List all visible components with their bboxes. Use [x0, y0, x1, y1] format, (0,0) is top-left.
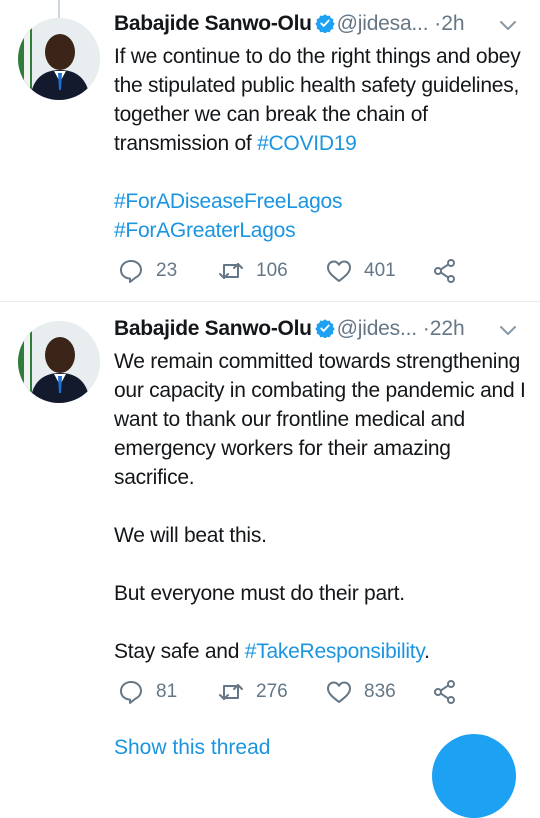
tweet-actions: 23 106 401: [114, 256, 534, 286]
retweet-icon: [219, 263, 243, 279]
like-button[interactable]: 401: [326, 256, 396, 286]
like-count: 836: [364, 681, 396, 702]
chevron-down-icon[interactable]: [498, 18, 518, 32]
reply-icon: [120, 681, 142, 704]
show-thread-link[interactable]: Show this thread: [114, 736, 270, 760]
reply-button[interactable]: 23: [118, 256, 177, 286]
retweet-count: 106: [256, 260, 288, 281]
tweet-paragraph: Stay safe and #TakeResponsibility.: [114, 637, 534, 666]
separator-dot: ·: [422, 317, 430, 340]
hashtag-link[interactable]: #ForADiseaseFreeLagos: [114, 190, 342, 213]
retweet-icon: [219, 684, 243, 700]
compose-tweet-button[interactable]: [432, 734, 516, 818]
tweet-paragraph: We will beat this.: [114, 521, 534, 550]
share-icon: [434, 259, 455, 283]
retweet-button[interactable]: 276: [218, 677, 288, 707]
verified-badge-icon: [314, 14, 335, 33]
tweet-time[interactable]: 22h: [430, 317, 465, 340]
tweet-paragraph: #ForADiseaseFreeLagos: [114, 187, 534, 216]
hashtag-link[interactable]: #COVID19: [257, 132, 357, 155]
reply-count: 81: [156, 681, 178, 702]
tweet-text: We remain committed towards strengthenin…: [114, 347, 534, 666]
tweet-time[interactable]: 2h: [441, 12, 464, 35]
avatar-image: [18, 321, 100, 403]
text-run: We will beat this.: [114, 524, 267, 547]
text-run: Stay safe and: [114, 640, 245, 663]
tweet-paragraph: We remain committed towards strengthenin…: [114, 347, 534, 492]
tweet-actions: 81 276 836: [114, 677, 534, 707]
author-handle[interactable]: @jidesa...: [337, 12, 429, 35]
like-count: 401: [364, 260, 396, 281]
retweet-count: 276: [256, 681, 288, 702]
avatar-image: [18, 18, 100, 100]
tweet-text: If we continue to do the right things an…: [114, 42, 534, 245]
retweet-button[interactable]: 106: [218, 256, 288, 286]
tweet-header: Babajide Sanwo-Olu @jidesa... ·2h: [114, 12, 534, 42]
tweet[interactable]: Babajide Sanwo-Olu @jides... ·22h We rema…: [0, 302, 540, 762]
verified-badge-icon: [314, 319, 335, 338]
share-button[interactable]: [432, 256, 458, 286]
like-icon: [327, 681, 351, 703]
avatar[interactable]: [18, 18, 100, 100]
reply-button[interactable]: 81: [118, 677, 177, 707]
avatar[interactable]: [18, 321, 100, 403]
author-name[interactable]: Babajide Sanwo-Olu: [114, 317, 312, 340]
tweet-paragraph: #ForAGreaterLagos: [114, 216, 534, 245]
author-handle[interactable]: @jides...: [337, 317, 417, 340]
author-name[interactable]: Babajide Sanwo-Olu: [114, 12, 312, 35]
tweet-paragraph: If we continue to do the right things an…: [114, 42, 534, 158]
reply-icon: [120, 260, 142, 283]
reply-count: 23: [156, 260, 178, 281]
hashtag-link[interactable]: #TakeResponsibility: [245, 640, 425, 663]
like-button[interactable]: 836: [326, 677, 396, 707]
text-run: But everyone must do their part.: [114, 582, 405, 605]
tweet-header: Babajide Sanwo-Olu @jides... ·22h: [114, 317, 534, 347]
tweet[interactable]: Babajide Sanwo-Olu @jidesa... ·2h If we c…: [0, 0, 540, 302]
chevron-down-icon[interactable]: [498, 323, 518, 337]
tweet-paragraph: But everyone must do their part.: [114, 579, 534, 608]
hashtag-link[interactable]: #ForAGreaterLagos: [114, 219, 296, 242]
text-run: .: [424, 640, 430, 663]
text-run: We remain committed towards strengthenin…: [114, 350, 526, 489]
share-icon: [434, 680, 455, 704]
like-icon: [327, 260, 351, 282]
share-button[interactable]: [432, 677, 458, 707]
